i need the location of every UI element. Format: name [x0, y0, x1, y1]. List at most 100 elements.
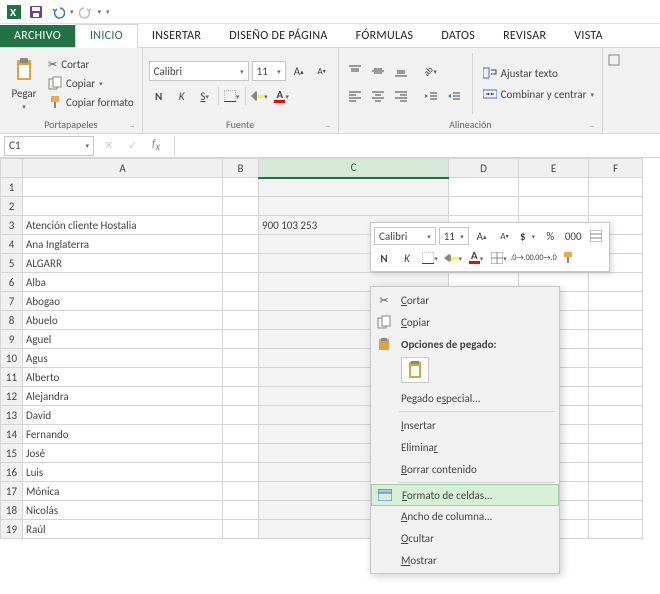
cell[interactable]	[589, 520, 643, 539]
cell[interactable]	[23, 178, 223, 197]
col-header-A[interactable]: A	[23, 159, 223, 178]
align-top-icon[interactable]	[345, 61, 365, 81]
cell[interactable]: Abogao	[23, 292, 223, 311]
cell[interactable]	[589, 273, 643, 292]
mini-grow-font-icon[interactable]: A▴	[472, 226, 492, 246]
mini-border[interactable]: ▾	[420, 248, 440, 268]
cell[interactable]	[589, 349, 643, 368]
undo-icon[interactable]	[48, 2, 68, 22]
cell[interactable]	[589, 501, 643, 520]
cell[interactable]	[519, 197, 589, 216]
mini-format-painter[interactable]	[558, 248, 578, 268]
cell[interactable]	[223, 368, 259, 387]
cell[interactable]: José	[23, 444, 223, 463]
cell[interactable]	[259, 178, 449, 197]
format-painter-button[interactable]: Copiar formato	[46, 94, 136, 110]
underline-button[interactable]: S▾	[195, 86, 215, 106]
cell[interactable]	[223, 197, 259, 216]
align-bottom-icon[interactable]	[391, 61, 411, 81]
mini-fill-color[interactable]: ▾	[443, 248, 463, 268]
row-header[interactable]: 10	[1, 349, 23, 368]
cell[interactable]	[223, 330, 259, 349]
cell[interactable]: Ana Inglaterra	[23, 235, 223, 254]
cell[interactable]	[449, 178, 519, 197]
cell[interactable]	[223, 425, 259, 444]
cell[interactable]	[223, 501, 259, 520]
row-header[interactable]: 13	[1, 406, 23, 425]
save-icon[interactable]	[26, 2, 46, 22]
ctx-cut[interactable]: ✂Cortar	[371, 289, 559, 311]
cell[interactable]: David	[23, 406, 223, 425]
cell[interactable]: Alejandra	[23, 387, 223, 406]
fx-icon[interactable]: fx	[152, 137, 168, 153]
mini-bold[interactable]: N	[374, 248, 394, 268]
tab-view[interactable]: VISTA	[560, 25, 617, 47]
mini-font-size[interactable]: 11▾	[439, 227, 469, 245]
cell[interactable]	[589, 197, 643, 216]
row-header[interactable]: 19	[1, 520, 23, 539]
cell[interactable]: Mónica	[23, 482, 223, 501]
undo-dropdown-icon[interactable]: ▾	[70, 7, 74, 16]
row-header[interactable]: 7	[1, 292, 23, 311]
cell[interactable]: ALGARR	[23, 254, 223, 273]
more-button[interactable]	[605, 52, 623, 68]
increase-indent-icon[interactable]	[444, 86, 464, 106]
cell[interactable]	[223, 178, 259, 197]
row-header[interactable]: 15	[1, 444, 23, 463]
mini-format-icon[interactable]	[586, 226, 606, 246]
cell[interactable]	[589, 444, 643, 463]
italic-button[interactable]: K	[172, 86, 192, 106]
cell[interactable]	[223, 254, 259, 273]
cell[interactable]: Luis	[23, 463, 223, 482]
row-header[interactable]: 11	[1, 368, 23, 387]
align-right-icon[interactable]	[391, 86, 411, 106]
cell[interactable]: Alba	[23, 273, 223, 292]
paste-option-default[interactable]	[401, 357, 429, 383]
mini-border-grid[interactable]: ▾	[489, 248, 509, 268]
mini-shrink-font-icon[interactable]: A▾	[495, 226, 515, 246]
cell[interactable]	[589, 482, 643, 501]
tab-layout[interactable]: DISEÑO DE PÁGINA	[215, 25, 341, 47]
mini-thousands-icon[interactable]: 000	[563, 226, 583, 246]
cell[interactable]: Agus	[23, 349, 223, 368]
tab-insert[interactable]: INSERTAR	[138, 25, 215, 47]
font-size-select[interactable]: 11▾	[252, 61, 286, 81]
ctx-clear[interactable]: Borrar contenido	[371, 458, 559, 480]
mini-inc-decimal[interactable]: .00→.0	[535, 248, 555, 268]
decrease-indent-icon[interactable]	[421, 86, 441, 106]
cell[interactable]	[223, 520, 259, 539]
bold-button[interactable]: N	[149, 86, 169, 106]
cell[interactable]	[589, 311, 643, 330]
align-center-icon[interactable]	[368, 86, 388, 106]
cell[interactable]	[23, 197, 223, 216]
cell[interactable]: Fernando	[23, 425, 223, 444]
cell[interactable]	[589, 387, 643, 406]
align-left-icon[interactable]	[345, 86, 365, 106]
row-header[interactable]: 1	[1, 178, 23, 197]
select-all-corner[interactable]	[1, 159, 23, 178]
cell[interactable]	[223, 349, 259, 368]
font-color-button[interactable]: A▾	[272, 86, 292, 106]
grow-font-icon[interactable]: A▴	[289, 61, 309, 81]
cell[interactable]	[589, 463, 643, 482]
row-header[interactable]: 2	[1, 197, 23, 216]
qat-customize-icon[interactable]: ▾	[106, 7, 110, 16]
tab-formulas[interactable]: FÓRMULAS	[342, 25, 428, 47]
tab-home[interactable]: INICIO	[75, 24, 138, 48]
row-header[interactable]: 3	[1, 216, 23, 235]
copy-button[interactable]: Copiar▾	[46, 75, 136, 91]
col-header-B[interactable]: B	[223, 159, 259, 178]
ctx-copy[interactable]: Copiar	[371, 311, 559, 333]
shrink-font-icon[interactable]: A▾	[312, 61, 332, 81]
cell[interactable]	[449, 197, 519, 216]
ctx-insert[interactable]: Insertar	[371, 414, 559, 436]
cell[interactable]	[589, 292, 643, 311]
paste-button[interactable]: Pegar ▾	[6, 51, 42, 116]
cell[interactable]	[589, 406, 643, 425]
cell[interactable]	[589, 178, 643, 197]
cell[interactable]	[519, 178, 589, 197]
row-header[interactable]: 14	[1, 425, 23, 444]
mini-font-color[interactable]: A▾	[466, 248, 486, 268]
cell[interactable]	[223, 273, 259, 292]
mini-dec-decimal[interactable]: .0→.00	[512, 248, 532, 268]
